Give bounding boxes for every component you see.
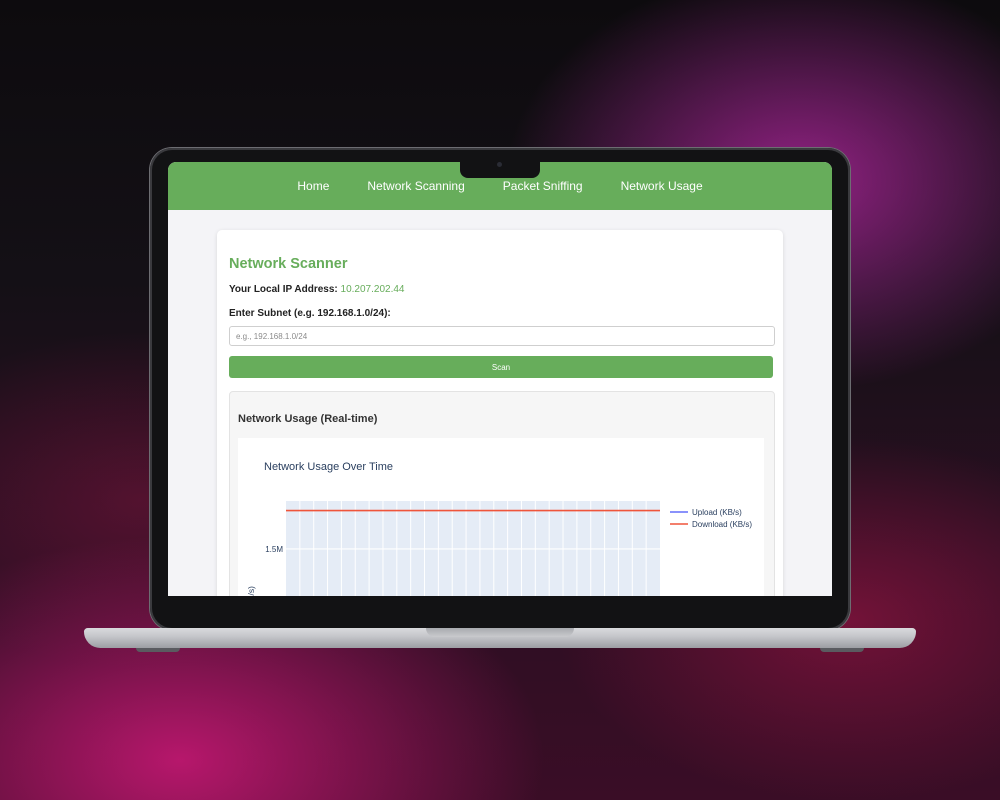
network-usage-panel: Network Usage (Real-time) Network Usage … bbox=[229, 391, 775, 596]
subnet-label: Enter Subnet (e.g. 192.168.1.0/24): bbox=[229, 308, 391, 319]
local-ip-row: Your Local IP Address: 10.207.202.44 bbox=[229, 284, 404, 295]
camera-icon bbox=[497, 162, 502, 167]
scanner-card: Network Scanner Your Local IP Address: 1… bbox=[217, 230, 783, 596]
chart-container: Network Usage Over Time 1M1.5M Data (KB/… bbox=[238, 438, 764, 596]
laptop-screen: Home Network Scanning Packet Sniffing Ne… bbox=[168, 162, 832, 596]
y-axis-label: Data (KB/s) bbox=[246, 586, 256, 596]
page-title: Network Scanner bbox=[229, 256, 348, 272]
y-axis-ticks: 1M1.5M bbox=[265, 545, 283, 554]
subnet-input[interactable] bbox=[229, 326, 775, 346]
screen-bezel bbox=[168, 596, 832, 610]
legend-label: Download (KB/s) bbox=[692, 520, 752, 529]
nav-link-network-scanning[interactable]: Network Scanning bbox=[367, 179, 464, 193]
laptop-foot-right bbox=[820, 648, 864, 652]
camera-notch bbox=[460, 161, 540, 178]
scan-button[interactable]: Scan bbox=[229, 356, 773, 378]
nav-link-network-usage[interactable]: Network Usage bbox=[621, 179, 703, 193]
network-usage-chart: Network Usage Over Time 1M1.5M Data (KB/… bbox=[246, 461, 752, 596]
nav-link-home[interactable]: Home bbox=[297, 179, 329, 193]
chart-legend: Upload (KB/s) Download (KB/s) bbox=[670, 508, 752, 529]
laptop-foot-left bbox=[136, 648, 180, 652]
local-ip-value: 10.207.202.44 bbox=[340, 284, 405, 295]
chart-title: Network Usage Over Time bbox=[264, 461, 393, 473]
y-tick-label: 1.5M bbox=[265, 545, 283, 554]
trackpad-lip bbox=[426, 628, 574, 637]
nav-link-packet-sniffing[interactable]: Packet Sniffing bbox=[503, 179, 583, 193]
legend-label: Upload (KB/s) bbox=[692, 508, 742, 517]
usage-title: Network Usage (Real-time) bbox=[238, 413, 378, 425]
local-ip-label: Your Local IP Address: bbox=[229, 284, 338, 295]
